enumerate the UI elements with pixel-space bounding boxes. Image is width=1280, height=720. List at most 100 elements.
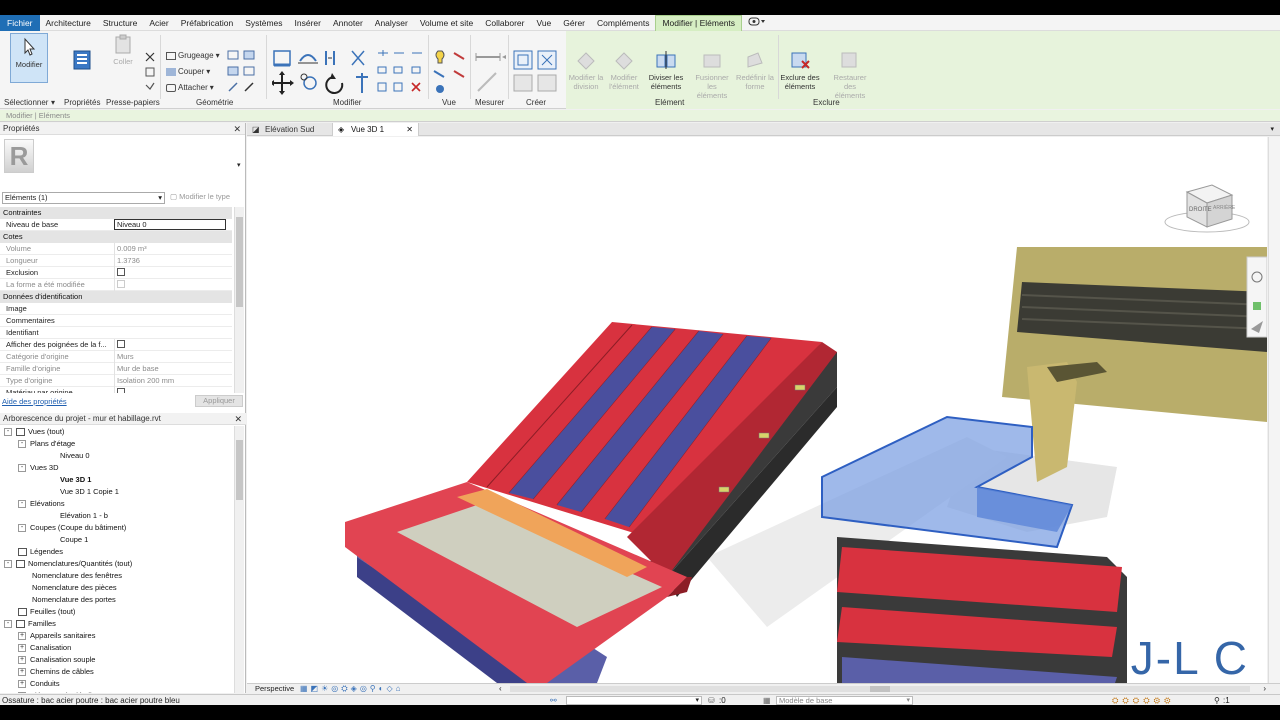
prop-row[interactable]: Identifiant [0,327,232,339]
modify-element-button[interactable]: Modifier l'élément [604,49,644,91]
tree-expander[interactable]: + [18,668,26,676]
prop-row[interactable]: Image [0,303,232,315]
menu-view[interactable]: Vue [530,15,557,31]
clipboard-small-icons[interactable] [144,51,156,95]
properties-button[interactable] [62,49,102,73]
tree-item[interactable]: Vues 3D [30,462,59,474]
tree-item[interactable]: Feuilles (tout) [30,606,75,618]
tree-item[interactable]: Canalisation souple [30,654,95,666]
tree-expander[interactable]: - [18,524,26,532]
tree-expander[interactable]: - [4,560,12,568]
tree-item[interactable]: Elévation 1 - b [60,510,108,522]
menu-collaborate[interactable]: Collaborer [479,15,530,31]
tree-item[interactable]: Niveau 0 [60,450,90,462]
properties-help-link[interactable]: Aide des propriétés [2,397,67,406]
close-icon[interactable]: ✕ [233,123,241,135]
divide-elements-button[interactable]: Diviser les éléments [646,49,686,91]
scroll-right-icon[interactable]: › [1263,684,1266,694]
tree-item[interactable]: Nomenclature des fenêtres [32,570,122,582]
tree-item[interactable]: Conduits [30,678,60,690]
grips-checkbox[interactable] [117,340,125,349]
category-identity[interactable]: Données d'identification [0,291,232,303]
tree-item[interactable]: Appareils sanitaires [30,630,95,642]
viewport-scrollbar[interactable] [1268,137,1280,683]
tree-item[interactable]: Canalisation [30,642,71,654]
modify-tools-icons[interactable] [272,49,372,97]
tree-expander[interactable]: - [18,500,26,508]
exclude-elements-button[interactable]: Exclure des éléments [780,49,820,91]
prop-row[interactable]: Commentaires [0,315,232,327]
scroll-left-icon[interactable]: ‹ [499,684,502,694]
properties-scrollbar[interactable] [234,207,244,393]
prop-row[interactable]: Afficher des poignées de la f... [0,339,232,351]
navigation-bar[interactable] [1246,256,1267,338]
tree-item[interactable]: Vue 3D 1 Copie 1 [60,486,119,498]
menu-massing[interactable]: Volume et site [414,15,479,31]
tree-item[interactable]: Coupes (Coupe du bâtiment) [30,522,126,534]
tab-elevation-south[interactable]: ◪ Elévation Sud [247,123,333,136]
material-checkbox[interactable] [117,388,125,393]
tree-item[interactable]: Chemins de câbles [30,666,94,678]
tab-menu-icon[interactable]: ▾ [1270,125,1274,133]
design-option-selector[interactable]: Modèle de base ▾ [776,696,913,705]
tree-expander[interactable]: + [18,680,26,688]
menu-manage[interactable]: Gérer [557,15,591,31]
close-icon[interactable]: ✕ [234,413,242,425]
merge-elements-button[interactable]: Fusionner les éléments [692,49,732,100]
tree-expander[interactable]: + [18,644,26,652]
tree-expander[interactable]: + [18,656,26,664]
horizontal-scrollbar[interactable] [510,686,1250,692]
cope-button[interactable]: Grugeage ▾ [166,51,220,60]
view-tools-icons[interactable] [432,49,470,97]
tree-item[interactable]: Nomenclature des pièces [32,582,117,594]
restore-elements-button[interactable]: Restaurer des éléments [830,49,870,100]
browser-scrollbar[interactable] [234,426,244,693]
tree-expander[interactable]: - [18,440,26,448]
measure-icons[interactable] [474,51,508,95]
model-3d-drawing[interactable]: DROITE ARRIÈRE [247,137,1267,683]
paste-button[interactable]: Coller [104,33,142,66]
redefine-shape-button[interactable]: Redéfinir la forme [735,49,775,91]
geometry-small-icons[interactable] [226,49,260,95]
tree-item[interactable]: Vues (tout) [28,426,64,438]
workset-selector[interactable]: ▾ [566,696,702,705]
tree-item[interactable]: Plans d'étage [30,438,75,450]
apply-button[interactable]: Appliquer [195,395,243,407]
cut-button[interactable]: Couper ▾ [166,67,210,76]
tab-3d-view[interactable]: ◈ Vue 3D 1 ✕ [333,123,419,136]
exclusion-checkbox[interactable] [117,268,125,277]
tree-item[interactable]: Elévations [30,498,65,510]
view-control-icons[interactable]: ▦◩☀◎⛭◈◎⚲◐◇⌂ [300,684,403,694]
chevron-down-icon[interactable]: ▾ [237,161,241,169]
tree-item[interactable]: Coupe 1 [60,534,88,546]
tree-item[interactable]: Nomenclature des portes [32,594,116,606]
menu-prefabrication[interactable]: Préfabrication [175,15,239,31]
view-mode-label[interactable]: Perspective [255,684,294,694]
tree-expander[interactable]: - [18,464,26,472]
menu-structure[interactable]: Structure [97,15,144,31]
modify-button[interactable]: Modifier [10,33,48,83]
menu-modify-elements[interactable]: Modifier | Eléments [655,14,743,31]
tree-expander[interactable]: - [4,428,12,436]
category-dimensions[interactable]: Cotes [0,231,232,243]
type-selector[interactable]: Eléments (1) ▾ [2,192,165,204]
menu-addins[interactable]: Compléments [591,15,655,31]
prop-row[interactable]: Niveau de base Niveau 0 [0,219,232,231]
category-constraints[interactable]: Contraintes [0,207,232,219]
3d-viewport[interactable]: DROITE ARRIÈRE J-L C [247,137,1267,683]
menu-analyze[interactable]: Analyser [369,15,414,31]
menu-steel[interactable]: Acier [143,15,174,31]
menu-architecture[interactable]: Architecture [40,15,97,31]
tree-item[interactable]: Eléments de détail [30,690,92,693]
tree-expander[interactable]: + [18,692,26,693]
menu-file[interactable]: Fichier [0,14,40,31]
prop-row[interactable]: Matériau par origine [0,387,232,393]
tree-item[interactable]: Légendes [30,546,63,558]
join-button[interactable]: Attacher ▾ [166,83,214,92]
tree-item[interactable]: Familles [28,618,56,630]
edit-type-button[interactable]: ▢ Modifier le type [170,192,230,201]
tree-item[interactable]: Nomenclatures/Quantités (tout) [28,558,132,570]
tree-expander[interactable]: - [4,620,12,628]
menu-systems[interactable]: Systèmes [239,15,288,31]
modify-division-button[interactable]: Modifier la division [566,49,606,91]
